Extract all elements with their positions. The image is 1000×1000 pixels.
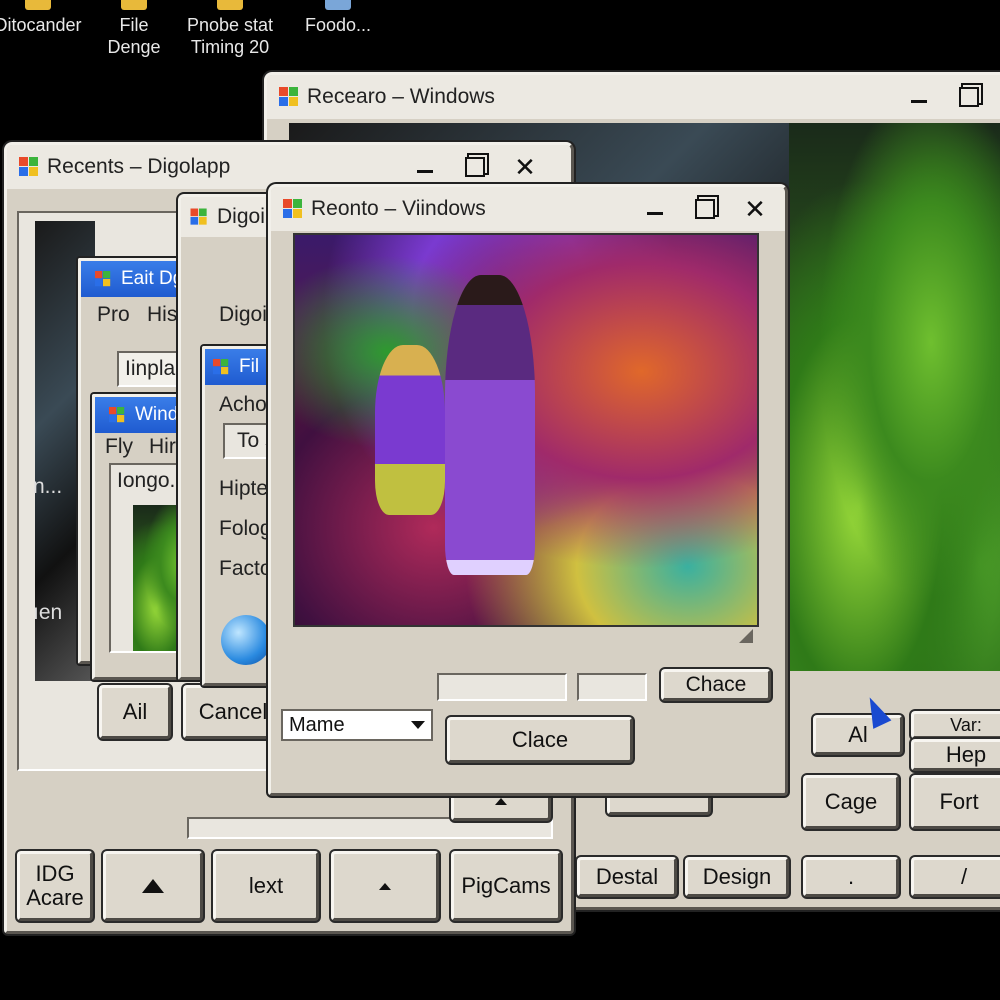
minimize-button[interactable] — [637, 194, 673, 224]
jungle-photo — [787, 123, 1000, 671]
up-small-button[interactable] — [331, 851, 439, 921]
desktop-icon-foodo[interactable]: Foodo... — [288, 0, 388, 36]
folder-icon — [121, 0, 147, 10]
desktop-icon-ditocander[interactable]: Ditocander — [0, 0, 88, 36]
image-preview — [293, 233, 759, 627]
windows-logo-icon — [213, 359, 229, 375]
close-button[interactable]: ✕ — [737, 194, 773, 224]
maximize-icon — [695, 199, 715, 219]
tab-strip — [577, 673, 647, 701]
button-label: IDG — [35, 861, 75, 886]
list-item[interactable]: Hipte — [219, 477, 268, 501]
button-label: Acare — [26, 885, 84, 910]
slash-button[interactable]: / — [911, 857, 1000, 897]
close-icon: ✕ — [744, 193, 766, 224]
list-item[interactable]: Facto — [219, 557, 272, 581]
clace-button[interactable]: Clace — [447, 717, 633, 763]
close-button[interactable]: ✕ — [507, 152, 543, 182]
desktop-icon-label: Pnobe stat — [186, 15, 274, 35]
next-button[interactable]: lext — [213, 851, 319, 921]
globe-icon — [221, 615, 271, 665]
chevron-down-icon — [411, 721, 425, 729]
hep-button[interactable]: Hep — [911, 739, 1000, 771]
tab-chace[interactable]: Chace — [661, 669, 771, 701]
minimize-icon — [911, 99, 927, 103]
maximize-icon — [465, 157, 485, 177]
folder-icon — [217, 0, 243, 10]
windows-logo-icon — [19, 157, 39, 177]
name-select[interactable]: Mame — [281, 709, 433, 741]
window-titlebar[interactable]: Recearo – Windows — [267, 75, 1000, 119]
dot-button[interactable]: . — [803, 857, 899, 897]
desktop-icon-pnobe-stat[interactable]: Pnobe stat Timing 20 — [180, 0, 280, 58]
up-button[interactable] — [103, 851, 203, 921]
pigcams-button[interactable]: PigCams — [451, 851, 561, 921]
resize-grip-icon[interactable] — [739, 629, 753, 643]
minimize-button[interactable] — [407, 152, 443, 182]
figure-man — [445, 275, 535, 575]
maximize-icon — [959, 87, 979, 107]
list-item[interactable]: Folog — [219, 517, 272, 541]
desktop-icon-file-denge[interactable]: File Denge — [84, 0, 184, 58]
window-title: Reonto – Viindows — [311, 197, 486, 220]
arrow-up-icon — [379, 882, 391, 890]
windows-logo-icon — [190, 208, 208, 226]
desktop-icon-label: File — [119, 15, 149, 35]
arrow-up-icon — [495, 797, 507, 805]
desktop-icon-label: Timing 20 — [190, 37, 270, 57]
destal-button[interactable]: Destal — [577, 857, 677, 897]
menu-item-digoi[interactable]: Digoi — [219, 303, 267, 327]
desktop-icon-label: Ditocander — [0, 15, 82, 35]
cage-button[interactable]: Cage — [803, 775, 899, 829]
fort-button[interactable]: Fort — [911, 775, 1000, 829]
windows-logo-icon — [109, 407, 125, 423]
arrow-up-icon — [142, 879, 164, 893]
figure-woman — [375, 345, 445, 515]
tab-strip — [437, 673, 567, 701]
windows-logo-icon — [283, 199, 303, 219]
var-button[interactable]: Var: — [911, 711, 1000, 739]
window-reonto: Reonto – Viindows ✕ Chace Mame Clace — [268, 184, 788, 796]
windows-logo-icon — [95, 271, 111, 287]
folder-icon — [25, 0, 51, 10]
preview-caption: ıen — [33, 601, 63, 624]
ail-button[interactable]: Ail — [99, 685, 171, 739]
minimize-icon — [647, 211, 663, 215]
window-titlebar[interactable]: Digoi — [181, 197, 281, 237]
file-item[interactable]: Iongo. — [117, 469, 175, 493]
idg-acare-button[interactable]: IDG Acare — [17, 851, 93, 921]
minimize-icon — [417, 169, 433, 173]
window-title: Recents – Digolapp — [47, 155, 231, 178]
name-select-value: Mame — [289, 713, 345, 736]
preview-caption: n... — [33, 475, 63, 498]
menu-item-pro[interactable]: Pro — [97, 303, 130, 327]
list-item[interactable]: Acho — [219, 393, 267, 417]
maximize-button[interactable] — [687, 194, 723, 224]
window-title: Digoi — [217, 205, 265, 228]
maximize-button[interactable] — [951, 82, 987, 112]
window-title: Fil — [239, 356, 260, 377]
design-button[interactable]: Design — [685, 857, 789, 897]
drive-icon — [325, 0, 351, 10]
close-icon: ✕ — [514, 151, 536, 182]
windows-logo-icon — [279, 87, 299, 107]
desktop-icon-label: Foodo... — [304, 15, 372, 35]
window-title: Recearo – Windows — [307, 85, 495, 108]
maximize-button[interactable] — [457, 152, 493, 182]
minimize-button[interactable] — [901, 82, 937, 112]
menu-item-fly[interactable]: Fly — [105, 435, 133, 459]
desktop-icon-label: Denge — [107, 37, 161, 57]
